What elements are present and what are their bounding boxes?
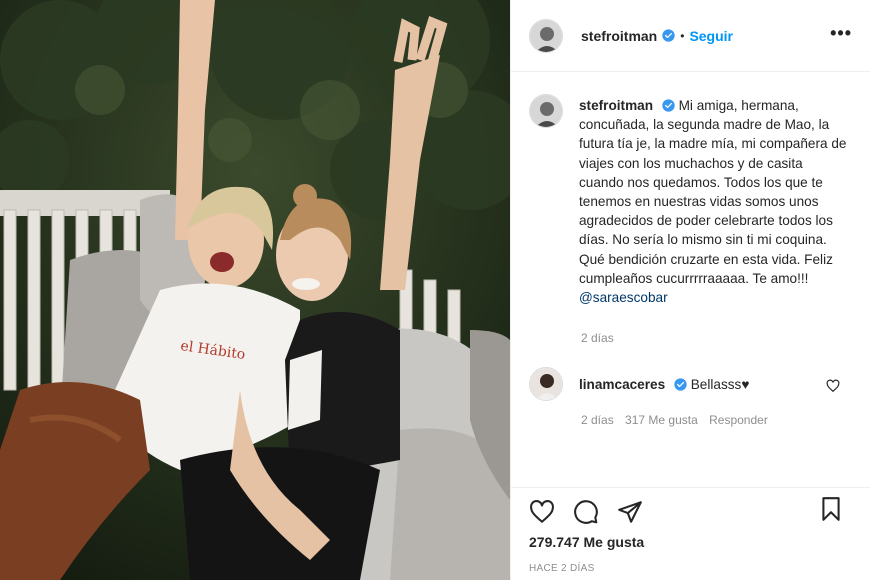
comments-section: stefroitman Mi amiga, hermana, concuñada…: [511, 72, 870, 487]
verified-badge-icon: [662, 99, 675, 112]
comment: linamcaceres Bellasss♥: [529, 367, 852, 402]
comment-meta: 2 días 317 Me gusta Responder: [581, 413, 852, 427]
more-options-icon[interactable]: •••: [830, 24, 852, 42]
caption-text: stefroitman Mi amiga, hermana, concuñada…: [579, 94, 847, 307]
caption-author-avatar[interactable]: [529, 94, 563, 128]
author-username[interactable]: stefroitman: [581, 28, 657, 44]
caption-mention[interactable]: @saraescobar: [579, 288, 847, 307]
caption-author-username[interactable]: stefroitman: [579, 98, 653, 113]
post-photo-illustration: el Hábito: [0, 0, 510, 580]
commenter-username[interactable]: linamcaceres: [579, 377, 665, 392]
bookmark-icon[interactable]: [818, 496, 844, 522]
comment-body: Bellasss♥: [690, 377, 750, 393]
commenter-avatar[interactable]: [529, 367, 563, 402]
verified-badge-icon: [674, 378, 687, 391]
post-photo[interactable]: el Hábito: [0, 0, 510, 580]
reply-button[interactable]: Responder: [709, 413, 768, 427]
caption: stefroitman Mi amiga, hermana, concuñada…: [529, 94, 852, 307]
post-header: stefroitman • Seguir •••: [511, 0, 870, 72]
follow-button[interactable]: Seguir: [689, 28, 733, 44]
post-date[interactable]: HACE 2 DÍAS: [529, 563, 852, 574]
comment-icon[interactable]: [573, 499, 599, 525]
comment-timestamp[interactable]: 2 días: [581, 413, 614, 427]
separator-dot: •: [680, 28, 685, 43]
post-actions: 279.747 Me gusta HACE 2 DÍAS: [511, 487, 870, 580]
likes-count[interactable]: 279.747 Me gusta: [529, 534, 852, 550]
comment-like-heart-icon[interactable]: [826, 379, 840, 393]
caption-body: Mi amiga, hermana, concuñada, la segunda…: [579, 98, 847, 286]
author-avatar[interactable]: [529, 18, 563, 53]
caption-timestamp[interactable]: 2 días: [581, 331, 852, 345]
post-panel: stefroitman • Seguir ••• stefroitman Mi …: [510, 0, 870, 580]
comment-likes[interactable]: 317 Me gusta: [625, 413, 698, 427]
comment-text: linamcaceres Bellasss♥: [579, 367, 749, 392]
action-icons: [529, 488, 852, 530]
verified-badge-icon: [662, 29, 675, 42]
heart-icon[interactable]: [529, 499, 555, 525]
paper-plane-icon[interactable]: [617, 499, 643, 525]
